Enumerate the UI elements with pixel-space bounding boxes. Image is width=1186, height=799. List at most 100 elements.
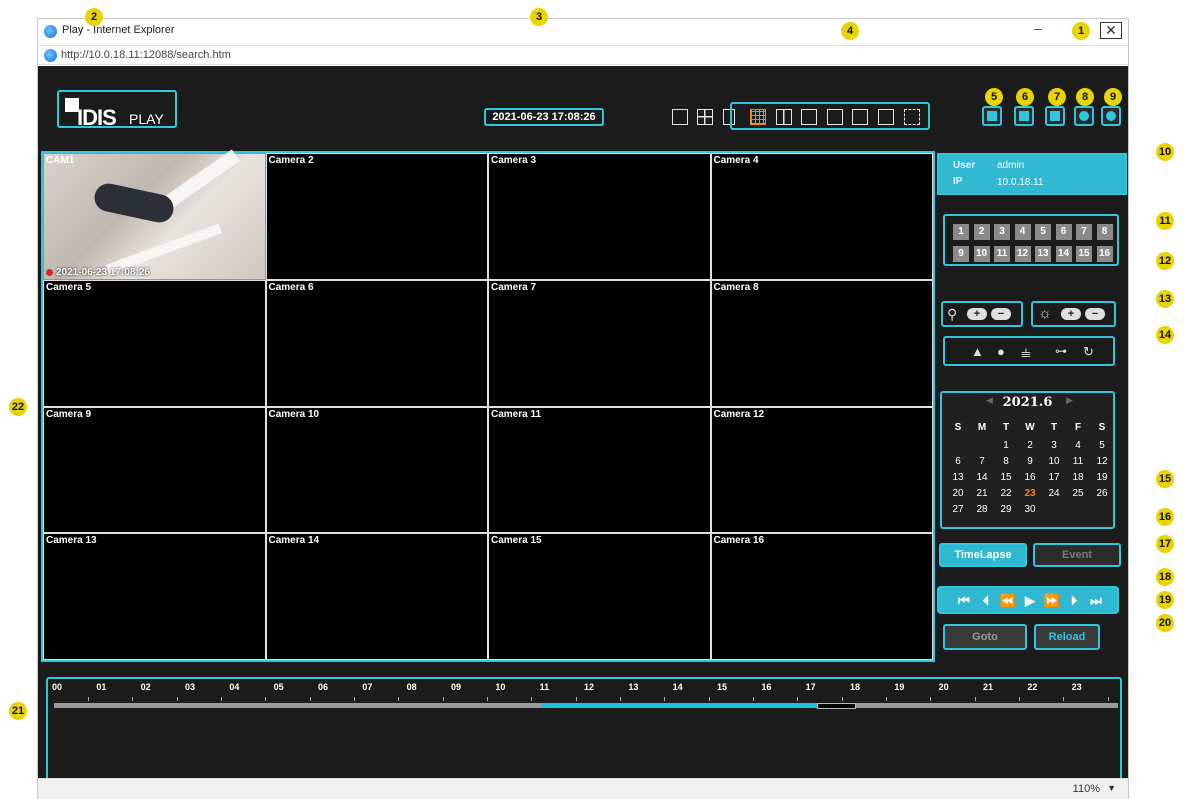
color-drop-icon[interactable]: ● bbox=[997, 344, 1005, 359]
step-forward-icon[interactable]: ⏵ bbox=[1065, 593, 1083, 609]
channel-button[interactable]: 2 bbox=[973, 224, 990, 240]
layout-2x2-icon[interactable] bbox=[697, 109, 713, 125]
camera-tile[interactable]: Camera 11 bbox=[488, 406, 711, 534]
channel-button[interactable]: 8 bbox=[1096, 224, 1113, 240]
channel-button[interactable]: 1 bbox=[953, 224, 969, 240]
step-back-icon[interactable]: ⏴ bbox=[977, 593, 995, 609]
camera-tile[interactable]: Camera 16 bbox=[710, 533, 933, 660]
reload-button[interactable]: Reload bbox=[1034, 624, 1100, 650]
calendar-day[interactable]: 24 bbox=[1042, 488, 1066, 499]
snapshot-icon[interactable] bbox=[1014, 106, 1034, 126]
channel-button[interactable]: 10 bbox=[973, 246, 990, 262]
camera-tile[interactable]: Camera 9 bbox=[43, 406, 266, 534]
layout-4x4-icon[interactable] bbox=[750, 109, 766, 125]
calendar-day[interactable]: 25 bbox=[1066, 488, 1090, 499]
camera-tile[interactable]: Camera 3 bbox=[488, 153, 711, 280]
camera-tile[interactable]: Camera 8 bbox=[710, 279, 933, 407]
save-clip-icon[interactable] bbox=[982, 106, 1002, 126]
channel-button[interactable]: 3 bbox=[994, 224, 1010, 240]
layout-1plus7-icon[interactable] bbox=[878, 109, 894, 125]
timeline-cursor[interactable] bbox=[816, 703, 857, 709]
calendar-day[interactable]: 23 bbox=[1018, 488, 1042, 499]
channel-button[interactable]: 16 bbox=[1096, 246, 1113, 262]
equalizer-icon[interactable]: 𝍧 bbox=[1021, 344, 1031, 365]
calendar-day[interactable]: 1 bbox=[994, 440, 1018, 451]
brightness-up-button[interactable]: + bbox=[1061, 308, 1081, 320]
timeline[interactable]: 00 01 02 03 04 05 06 07 08 09 10 11 12 13 14 15 16 17 18 19… bbox=[46, 677, 1122, 789]
camera-tile[interactable]: Camera 6 bbox=[265, 279, 488, 407]
calendar-day[interactable]: 5 bbox=[1090, 440, 1114, 451]
calendar-day[interactable]: 22 bbox=[994, 488, 1018, 499]
calendar-day[interactable]: 4 bbox=[1066, 440, 1090, 451]
go-to-end-icon[interactable]: ⏭ bbox=[1087, 593, 1105, 609]
zoom-out-button[interactable]: − bbox=[991, 308, 1011, 320]
play-icon[interactable]: ▶ bbox=[1021, 593, 1039, 609]
layout-1plus3-icon[interactable] bbox=[827, 109, 843, 125]
layout-1plus2-icon[interactable] bbox=[801, 109, 817, 125]
url-text[interactable]: http://10.0.18.11:12088/search.htm bbox=[61, 49, 231, 61]
calendar-day[interactable]: 29 bbox=[994, 504, 1018, 515]
channel-button[interactable]: 15 bbox=[1076, 246, 1092, 262]
calendar-day[interactable]: 8 bbox=[994, 456, 1018, 467]
timelapse-button[interactable]: TimeLapse bbox=[939, 543, 1027, 567]
fullscreen-icon[interactable] bbox=[904, 109, 920, 125]
camera-tile[interactable]: Camera 13 bbox=[43, 533, 266, 660]
calendar-day[interactable]: 7 bbox=[970, 456, 994, 467]
go-to-start-icon[interactable]: ⏮ bbox=[955, 593, 973, 609]
layout-1x1-icon[interactable] bbox=[672, 109, 688, 125]
calendar-day[interactable]: 20 bbox=[946, 488, 970, 499]
fast-forward-icon[interactable]: ⏩ bbox=[1043, 593, 1061, 609]
calendar-day[interactable]: 9 bbox=[1018, 456, 1042, 467]
channel-button[interactable]: 12 bbox=[1014, 246, 1031, 262]
goto-button[interactable]: Goto bbox=[943, 624, 1027, 650]
layout-1plus5-icon[interactable] bbox=[852, 109, 868, 125]
camera-tile[interactable]: Camera 2 bbox=[265, 153, 488, 280]
chevron-down-icon[interactable]: ▼ bbox=[1107, 783, 1116, 793]
calendar-day[interactable]: 10 bbox=[1042, 456, 1066, 467]
calendar-day[interactable]: 14 bbox=[970, 472, 994, 483]
calendar-day[interactable]: 27 bbox=[946, 504, 970, 515]
calendar-day[interactable]: 26 bbox=[1090, 488, 1114, 499]
calendar-day[interactable]: 15 bbox=[994, 472, 1018, 483]
print-icon[interactable] bbox=[1045, 106, 1065, 126]
calendar-day[interactable]: 11 bbox=[1066, 456, 1090, 467]
zoom-level[interactable]: 110% bbox=[1073, 783, 1100, 795]
address-bar[interactable]: http://10.0.18.11:12088/search.htm bbox=[38, 45, 1128, 65]
reset-icon[interactable]: ↻ bbox=[1083, 344, 1094, 360]
interpolate-icon[interactable]: ⊶ bbox=[1055, 344, 1067, 358]
calendar-day[interactable]: 3 bbox=[1042, 440, 1066, 451]
brightness-down-button[interactable]: − bbox=[1085, 308, 1105, 320]
rewind-icon[interactable]: ⏪ bbox=[999, 593, 1017, 609]
logout-icon[interactable] bbox=[1101, 106, 1121, 126]
calendar-day[interactable]: 13 bbox=[946, 472, 970, 483]
calendar-day[interactable]: 19 bbox=[1090, 472, 1114, 483]
layout-1plus1-icon[interactable] bbox=[776, 109, 792, 125]
sharpen-icon[interactable]: ▲ bbox=[971, 344, 984, 359]
channel-button[interactable]: 9 bbox=[953, 246, 969, 262]
zoom-in-button[interactable]: + bbox=[967, 308, 987, 320]
channel-button[interactable]: 14 bbox=[1055, 246, 1072, 262]
calendar-day[interactable]: 6 bbox=[946, 456, 970, 467]
calendar-day[interactable]: 28 bbox=[970, 504, 994, 515]
camera-tile[interactable]: Camera 4 bbox=[710, 153, 933, 280]
camera-tile[interactable]: Camera 7 bbox=[488, 279, 711, 407]
timeline-track[interactable] bbox=[54, 703, 1118, 709]
channel-button[interactable]: 7 bbox=[1076, 224, 1092, 240]
calendar-day[interactable]: 2 bbox=[1018, 440, 1042, 451]
camera-tile[interactable]: Camera 14 bbox=[265, 533, 488, 660]
minimize-button[interactable]: – bbox=[1028, 21, 1048, 39]
camera-tile[interactable]: Camera 5 bbox=[43, 279, 266, 407]
channel-button[interactable]: 6 bbox=[1055, 224, 1072, 240]
settings-gear-icon[interactable] bbox=[1074, 106, 1094, 126]
camera-tile[interactable]: Camera 12 bbox=[710, 406, 933, 534]
close-button[interactable]: ✕ bbox=[1100, 22, 1122, 39]
calendar-day[interactable]: 16 bbox=[1018, 472, 1042, 483]
camera-tile[interactable]: Camera 10 bbox=[265, 406, 488, 534]
camera-tile[interactable]: Camera 15 bbox=[488, 533, 711, 660]
calendar-day[interactable]: 12 bbox=[1090, 456, 1114, 467]
channel-button[interactable]: 5 bbox=[1035, 224, 1051, 240]
calendar-next-icon[interactable]: ▶ bbox=[1066, 395, 1073, 406]
camera-tile[interactable]: 2021-06-23 17:08:26 CAM1 bbox=[43, 149, 266, 280]
calendar-day[interactable]: 21 bbox=[970, 488, 994, 499]
calendar-day[interactable]: 18 bbox=[1066, 472, 1090, 483]
